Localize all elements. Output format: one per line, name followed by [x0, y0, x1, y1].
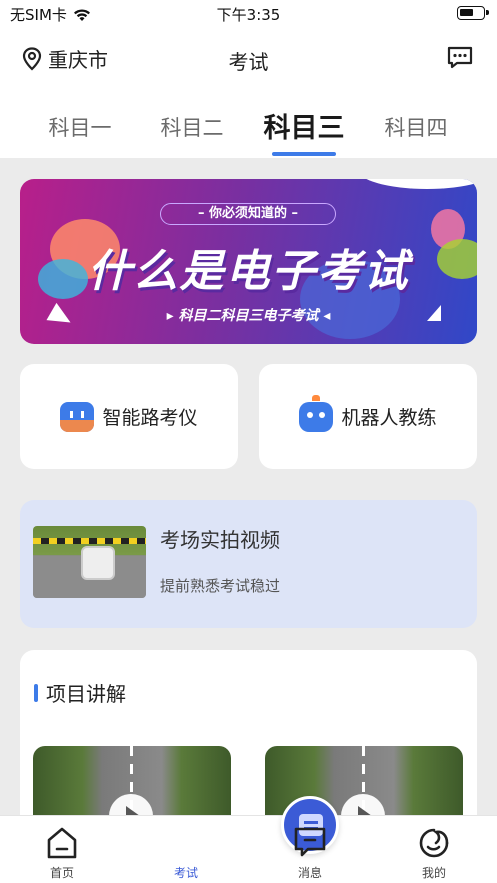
video-card-title: 考场实拍视频 [160, 528, 280, 552]
video-thumbnail [33, 526, 146, 598]
tab-subject-1[interactable]: 科目一 [25, 112, 135, 142]
bottom-tab-bar: 首页 考试 消息 我的 [0, 796, 497, 883]
home-icon [47, 827, 77, 859]
robot-coach-icon [299, 394, 334, 432]
promo-banner[interactable]: – 你必须知道的 – 什么是电子考试 ▸ 科目二科目三电子考试 ◂ [20, 179, 477, 344]
tab-subject-3[interactable]: 科目三 [249, 106, 359, 145]
status-bar: 无SIM卡 下午3:35 [0, 0, 497, 28]
tab-subject-4[interactable]: 科目四 [361, 112, 471, 142]
video-card-subtitle: 提前熟悉考试稳过 [160, 577, 281, 595]
tabbar-messages[interactable]: 消息 [248, 816, 372, 883]
message-icon [294, 827, 326, 857]
tab-subject-2[interactable]: 科目二 [137, 112, 247, 142]
tabbar-exam[interactable]: 考试 [124, 796, 339, 883]
heading-accent-bar [34, 683, 38, 702]
status-time: 下午3:35 [216, 6, 281, 24]
banner-title: 什么是电子考试 [87, 246, 410, 297]
robot-coach-card[interactable]: 机器人教练 [259, 364, 477, 469]
tool-label: 机器人教练 [341, 407, 437, 429]
decor-corner [357, 179, 477, 189]
message-icon[interactable] [447, 46, 473, 70]
banner-pill: – 你必须知道的 – [160, 203, 336, 225]
page-title: 考试 [228, 50, 269, 74]
decor-triangle [427, 305, 441, 321]
section-heading: 项目讲解 [34, 678, 126, 707]
tabbar-label: 考试 [173, 866, 198, 880]
tabbar-label: 我的 [421, 866, 446, 880]
battery-icon [457, 6, 489, 20]
tool-label: 智能路考仪 [102, 407, 198, 429]
subject-tabs: 科目一 科目二 科目三 科目四 [0, 106, 497, 158]
tabbar-label: 首页 [49, 866, 74, 880]
tabbar-label: 消息 [297, 866, 322, 880]
section-title: 项目讲解 [46, 682, 126, 706]
road-test-meter-icon [60, 401, 95, 432]
project-video-thumb[interactable] [33, 746, 231, 826]
exam-video-card[interactable]: 考场实拍视频 提前熟悉考试稳过 [20, 500, 477, 628]
profile-icon [419, 828, 449, 858]
road-test-meter-card[interactable]: 智能路考仪 [20, 364, 238, 469]
banner-subtitle: ▸ 科目二科目三电子考试 ◂ [166, 308, 331, 324]
tab-indicator [272, 152, 336, 156]
tabbar-home[interactable]: 首页 [0, 816, 124, 883]
header: 重庆市 考试 科目一 科目二 科目三 科目四 [0, 28, 497, 158]
tabbar-profile[interactable]: 我的 [372, 816, 496, 883]
